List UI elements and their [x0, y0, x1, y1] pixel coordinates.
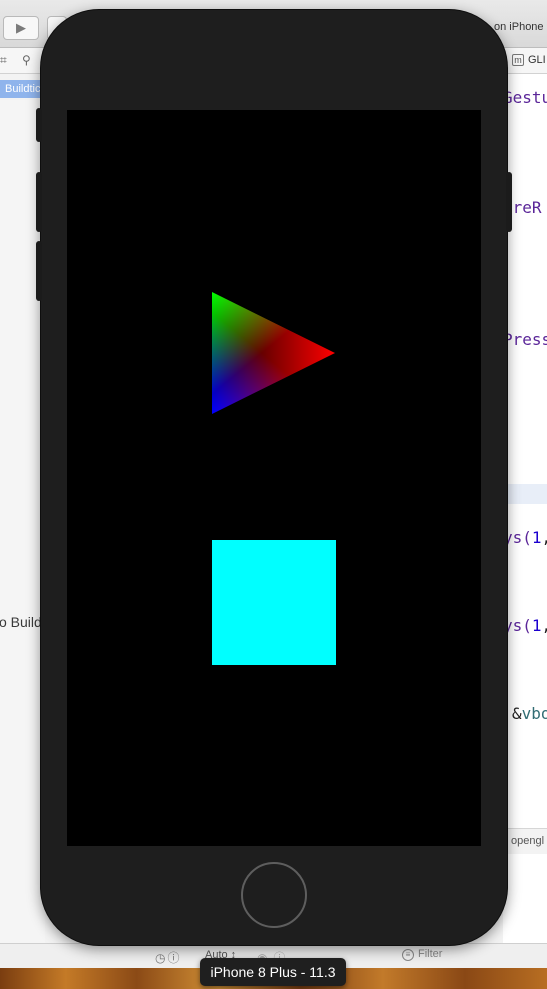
triangle-blue-layer [212, 292, 335, 414]
filter-placeholder: Filter [418, 948, 443, 960]
filter-icon: ≡ [402, 949, 414, 961]
rgb-triangle [212, 292, 335, 414]
root: ▶ on iPhone ⌗ ⚲ m GLI Buildtic o Build Ge… [0, 0, 547, 989]
current-line-highlight [503, 484, 547, 504]
power-button[interactable] [506, 172, 512, 232]
home-button[interactable] [241, 862, 307, 928]
file-m-icon: m [512, 54, 524, 66]
cyan-square [212, 540, 336, 665]
file-tab[interactable]: m GLI [512, 54, 546, 66]
code-line: Press [503, 330, 547, 349]
volume-down-button[interactable] [36, 241, 42, 301]
run-button[interactable]: ▶ [3, 16, 39, 40]
code-line: ys(1, [503, 616, 547, 635]
run-destination[interactable]: on iPhone [494, 21, 544, 33]
code-line: Gestu [503, 88, 547, 107]
filter-field[interactable]: ≡ Filter [402, 948, 442, 961]
opengl-canvas [212, 292, 336, 665]
volume-up-button[interactable] [36, 172, 42, 232]
code-line: ys(1, [503, 528, 547, 547]
simulator-device-label: iPhone 8 Plus - 11.3 [200, 958, 346, 986]
search-icon[interactable]: ⚲ [22, 53, 31, 67]
device-screen[interactable] [67, 110, 481, 846]
editor-footer: opengl [503, 828, 547, 854]
hierarchy-icon[interactable]: ⌗ [0, 53, 7, 68]
recent-issues-icon[interactable]: ◷ⓘ [155, 949, 181, 966]
file-tab-label: GLI [528, 54, 546, 66]
mute-switch[interactable] [36, 108, 42, 142]
play-icon: ▶ [16, 20, 26, 35]
left-pane-text: o Build [0, 614, 42, 630]
code-line: &vbo [512, 704, 547, 723]
